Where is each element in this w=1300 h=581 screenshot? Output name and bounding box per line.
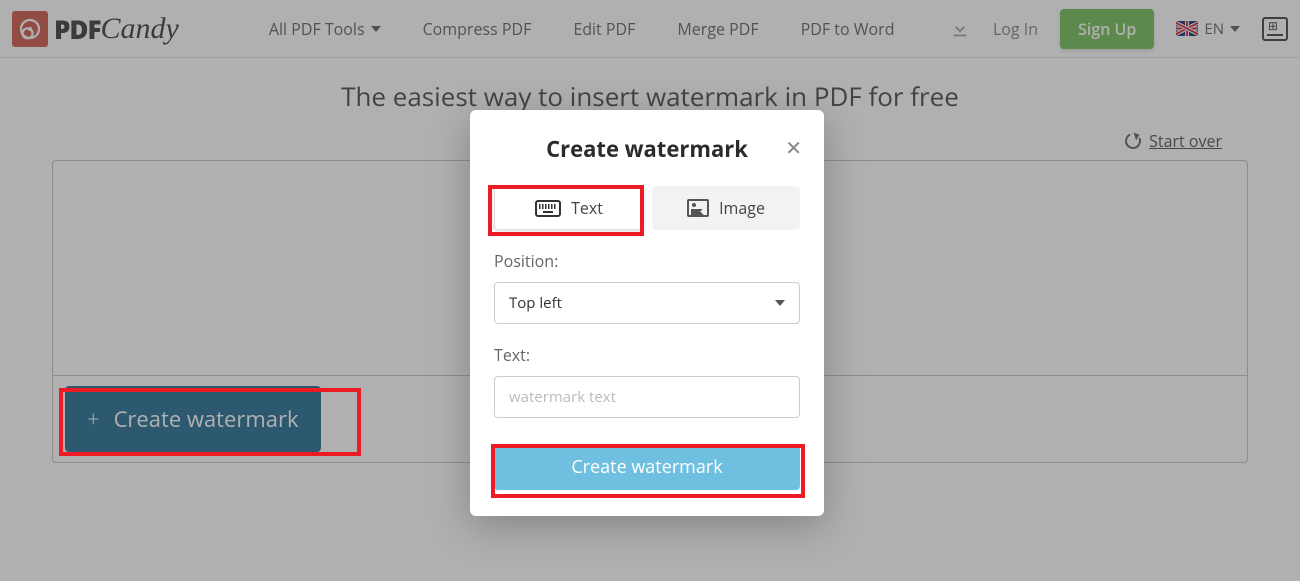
submit-create-watermark-button[interactable]: Create watermark [494,444,800,490]
tab-text-label: Text [571,197,603,219]
tab-image-label: Image [719,197,765,219]
position-value: Top left [509,293,562,313]
keyboard-icon [535,200,561,217]
position-select[interactable]: Top left [494,282,800,324]
text-label: Text: [494,344,800,366]
tab-image[interactable]: Image [652,186,800,230]
watermark-text-input[interactable] [494,376,800,418]
tab-text[interactable]: Text [494,186,644,230]
chevron-down-icon [775,300,785,306]
close-icon[interactable]: ✕ [785,134,802,161]
modal-title: Create watermark [494,134,800,164]
watermark-type-tabs: Text Image [494,186,800,230]
position-label: Position: [494,250,800,272]
image-icon [687,199,709,217]
create-watermark-modal: Create watermark ✕ Text Image Position: … [470,110,824,516]
